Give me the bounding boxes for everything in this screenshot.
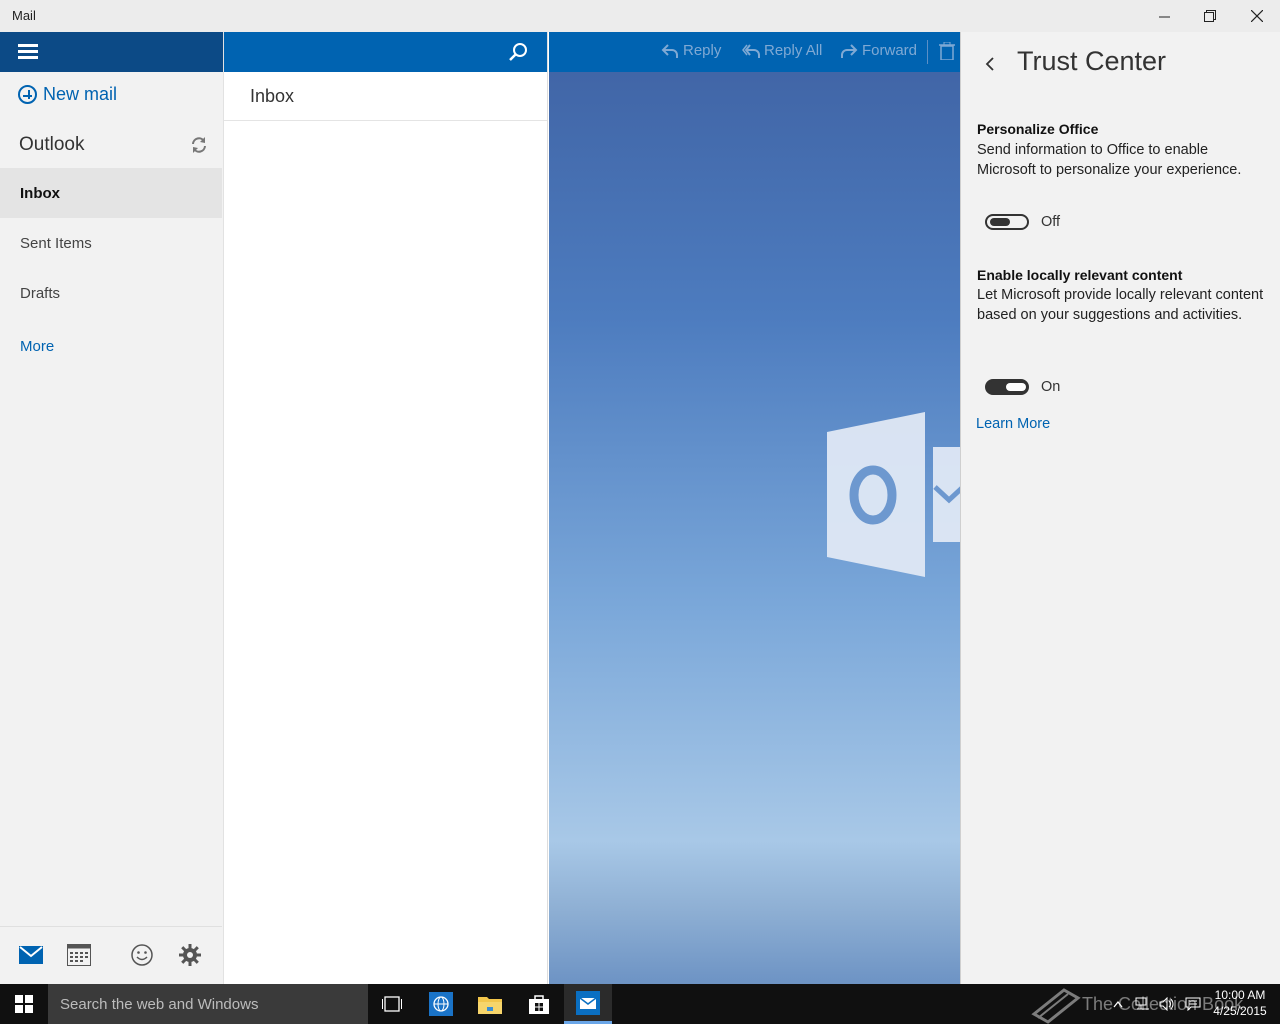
search-bar [224,32,547,72]
file-explorer-taskbar-button[interactable] [466,984,514,1024]
folder-icon [478,997,502,1014]
close-button[interactable] [1234,0,1280,32]
reply-label: Reply [683,42,722,59]
reply-button[interactable]: Reply [661,42,721,59]
settings-gear-icon[interactable] [177,943,203,967]
nav-bottom-bar [0,926,222,984]
book-watermark-icon [1031,988,1081,1024]
panel-title: Trust Center [1017,46,1167,76]
nav-header [0,32,223,72]
minimize-button[interactable] [1141,0,1187,32]
action-center-icon[interactable] [1185,996,1201,1012]
reading-pane: Reply Reply All Forward [549,32,960,984]
reply-all-button[interactable]: Reply All [742,42,822,59]
clock-date: 4/25/2015 [1213,1004,1267,1018]
network-icon[interactable] [1135,996,1151,1012]
back-button[interactable] [983,54,997,74]
restore-button[interactable] [1187,0,1233,32]
new-mail-label: New mail [43,84,118,104]
volume-icon[interactable] [1159,996,1175,1012]
left-nav: New mail Outlook Inbox Sent Items Drafts… [0,32,224,984]
learn-more-link[interactable]: Learn More [976,416,1050,432]
clock-time: 10:00 AM [1214,988,1266,1002]
message-list: Inbox [224,32,548,984]
store-bag-icon [529,995,549,1014]
local-content-state: On [1041,379,1061,395]
minimize-icon [1158,16,1170,17]
new-mail-button[interactable]: New mail [18,84,117,105]
calendar-icon[interactable] [66,943,92,967]
task-view-icon [382,996,402,1012]
delete-button[interactable] [939,42,959,60]
local-content-description: Let Microsoft provide locally relevant c… [977,287,1264,323]
forward-label: Forward [862,42,918,59]
hamburger-icon[interactable] [18,44,38,60]
folder-inbox[interactable]: Inbox [0,168,222,218]
add-circle-icon [18,85,37,104]
windows-logo-icon [15,995,33,1013]
sync-icon[interactable] [190,136,208,154]
personalize-office-title: Personalize Office [977,121,1099,137]
start-button[interactable] [0,984,48,1024]
forward-button[interactable]: Forward [840,42,917,59]
app-title: Mail [12,8,36,23]
toolbar-separator [927,40,928,64]
taskbar-clock[interactable]: 10:00 AM 4/25/2015 [1208,987,1272,1019]
message-list-header: Inbox [224,72,547,121]
local-content-toggle[interactable] [985,379,1029,395]
reply-all-label: Reply All [764,42,823,59]
folder-sent-items[interactable]: Sent Items [0,218,222,268]
show-hidden-icons-chevron-icon[interactable] [1110,996,1126,1012]
personalize-office-toggle[interactable] [985,214,1029,230]
back-chevron-icon [985,57,994,71]
browser-taskbar-button[interactable] [417,984,465,1024]
toggle-knob [990,218,1010,226]
mail-icon[interactable] [18,943,44,967]
trust-center-panel: Trust Center Personalize Office Send inf… [960,32,1280,984]
more-folders-link[interactable]: More [0,321,222,371]
globe-icon [429,992,453,1016]
reply-all-icon [742,43,760,58]
taskbar: Search the web and Windows The Collectio… [0,984,1280,1024]
taskbar-search-box[interactable]: Search the web and Windows [48,984,368,1024]
mail-app-icon [576,990,600,1015]
feedback-smiley-icon[interactable] [129,943,155,967]
mail-taskbar-button[interactable] [564,984,612,1024]
folder-drafts[interactable]: Drafts [0,268,222,318]
personalize-office-state: Off [1041,214,1061,230]
local-content-title: Enable locally relevant content [977,267,1183,283]
trash-icon [939,42,955,60]
restore-icon [1204,10,1216,22]
toggle-knob [1006,383,1026,391]
forward-icon [841,43,858,58]
task-view-button[interactable] [368,984,416,1024]
outlook-logo [827,412,960,577]
reading-toolbar: Reply Reply All Forward [549,32,960,72]
store-taskbar-button[interactable] [515,984,563,1024]
close-icon [1251,10,1263,22]
reply-icon [661,43,678,58]
search-icon[interactable] [508,42,528,62]
account-name[interactable]: Outlook [19,134,84,156]
personalize-office-description: Send information to Office to enable Mic… [977,142,1242,178]
title-bar: Mail [0,0,1280,32]
